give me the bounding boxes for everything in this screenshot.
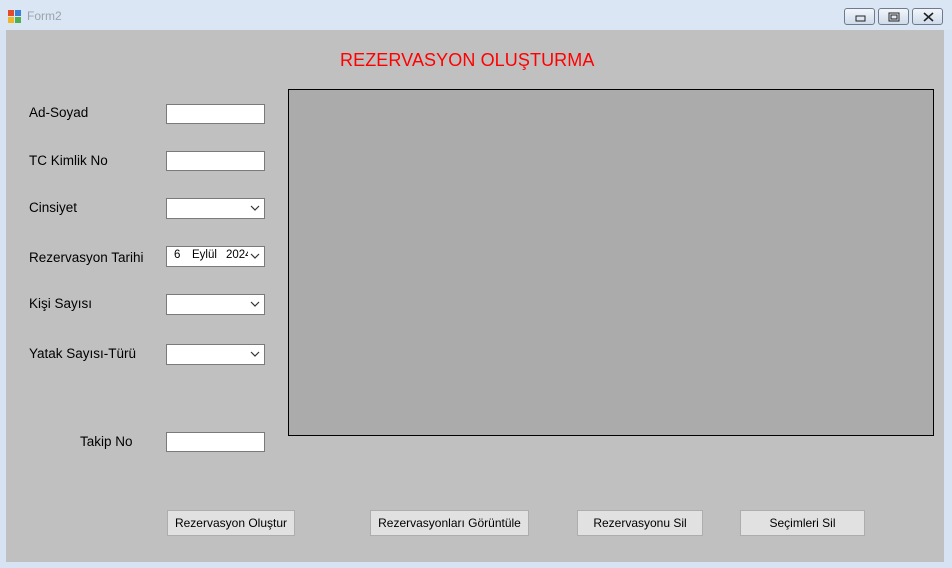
- maximize-button[interactable]: [878, 8, 909, 25]
- page-title: REZERVASYON OLUŞTURMA: [340, 50, 595, 70]
- restore-icon: [888, 12, 900, 22]
- yatak-label: Yatak Sayısı-Türü: [29, 346, 137, 361]
- secimleri-sil-button[interactable]: Seçimleri Sil: [740, 510, 865, 536]
- chevron-down-icon: [250, 351, 260, 357]
- kisi-sayisi-combobox[interactable]: [166, 294, 265, 315]
- rezervasyon-olustur-button[interactable]: Rezervasyon Oluştur: [167, 510, 295, 536]
- kisi-sayisi-label: Kişi Sayısı: [29, 296, 93, 311]
- form-window: Form2 REZERVASYON OLUŞTURMA Ad-Soyad TC …: [0, 0, 952, 568]
- ad-soyad-label: Ad-Soyad: [29, 105, 89, 120]
- rezervasyon-tarihi-label: Rezervasyon Tarihi: [29, 250, 144, 265]
- close-button[interactable]: [912, 8, 943, 25]
- rezervasyon-datagrid[interactable]: [288, 89, 934, 436]
- title-bar[interactable]: Form2: [0, 0, 952, 30]
- rezervasyon-tarihi-datepicker[interactable]: 6 Eylül 2024: [166, 246, 265, 267]
- minimize-icon: [855, 15, 866, 22]
- date-month[interactable]: Eylül: [192, 249, 217, 261]
- date-day[interactable]: 6: [174, 249, 180, 261]
- ad-soyad-input[interactable]: [166, 104, 265, 124]
- form-client-area: REZERVASYON OLUŞTURMA Ad-Soyad TC Kimlik…: [6, 30, 944, 562]
- minimize-button[interactable]: [844, 8, 875, 25]
- cinsiyet-combobox[interactable]: [166, 198, 265, 219]
- date-year[interactable]: 2024: [226, 249, 248, 261]
- rezervasyonu-sil-button[interactable]: Rezervasyonu Sil: [577, 510, 703, 536]
- takip-no-label: Takip No: [80, 434, 133, 449]
- yatak-combobox[interactable]: [166, 344, 265, 365]
- app-icon: [8, 10, 21, 23]
- chevron-down-icon: [250, 205, 260, 211]
- tc-kimlik-label: TC Kimlik No: [29, 153, 108, 168]
- close-icon: [923, 12, 934, 22]
- tc-kimlik-input[interactable]: [166, 151, 265, 171]
- chevron-down-icon: [250, 301, 260, 307]
- chevron-down-icon: [250, 253, 260, 259]
- rezervasyonlari-goruntule-button[interactable]: Rezervasyonları Görüntüle: [370, 510, 529, 536]
- window-title: Form2: [27, 9, 62, 23]
- takip-no-input[interactable]: [166, 432, 265, 452]
- cinsiyet-label: Cinsiyet: [29, 200, 78, 215]
